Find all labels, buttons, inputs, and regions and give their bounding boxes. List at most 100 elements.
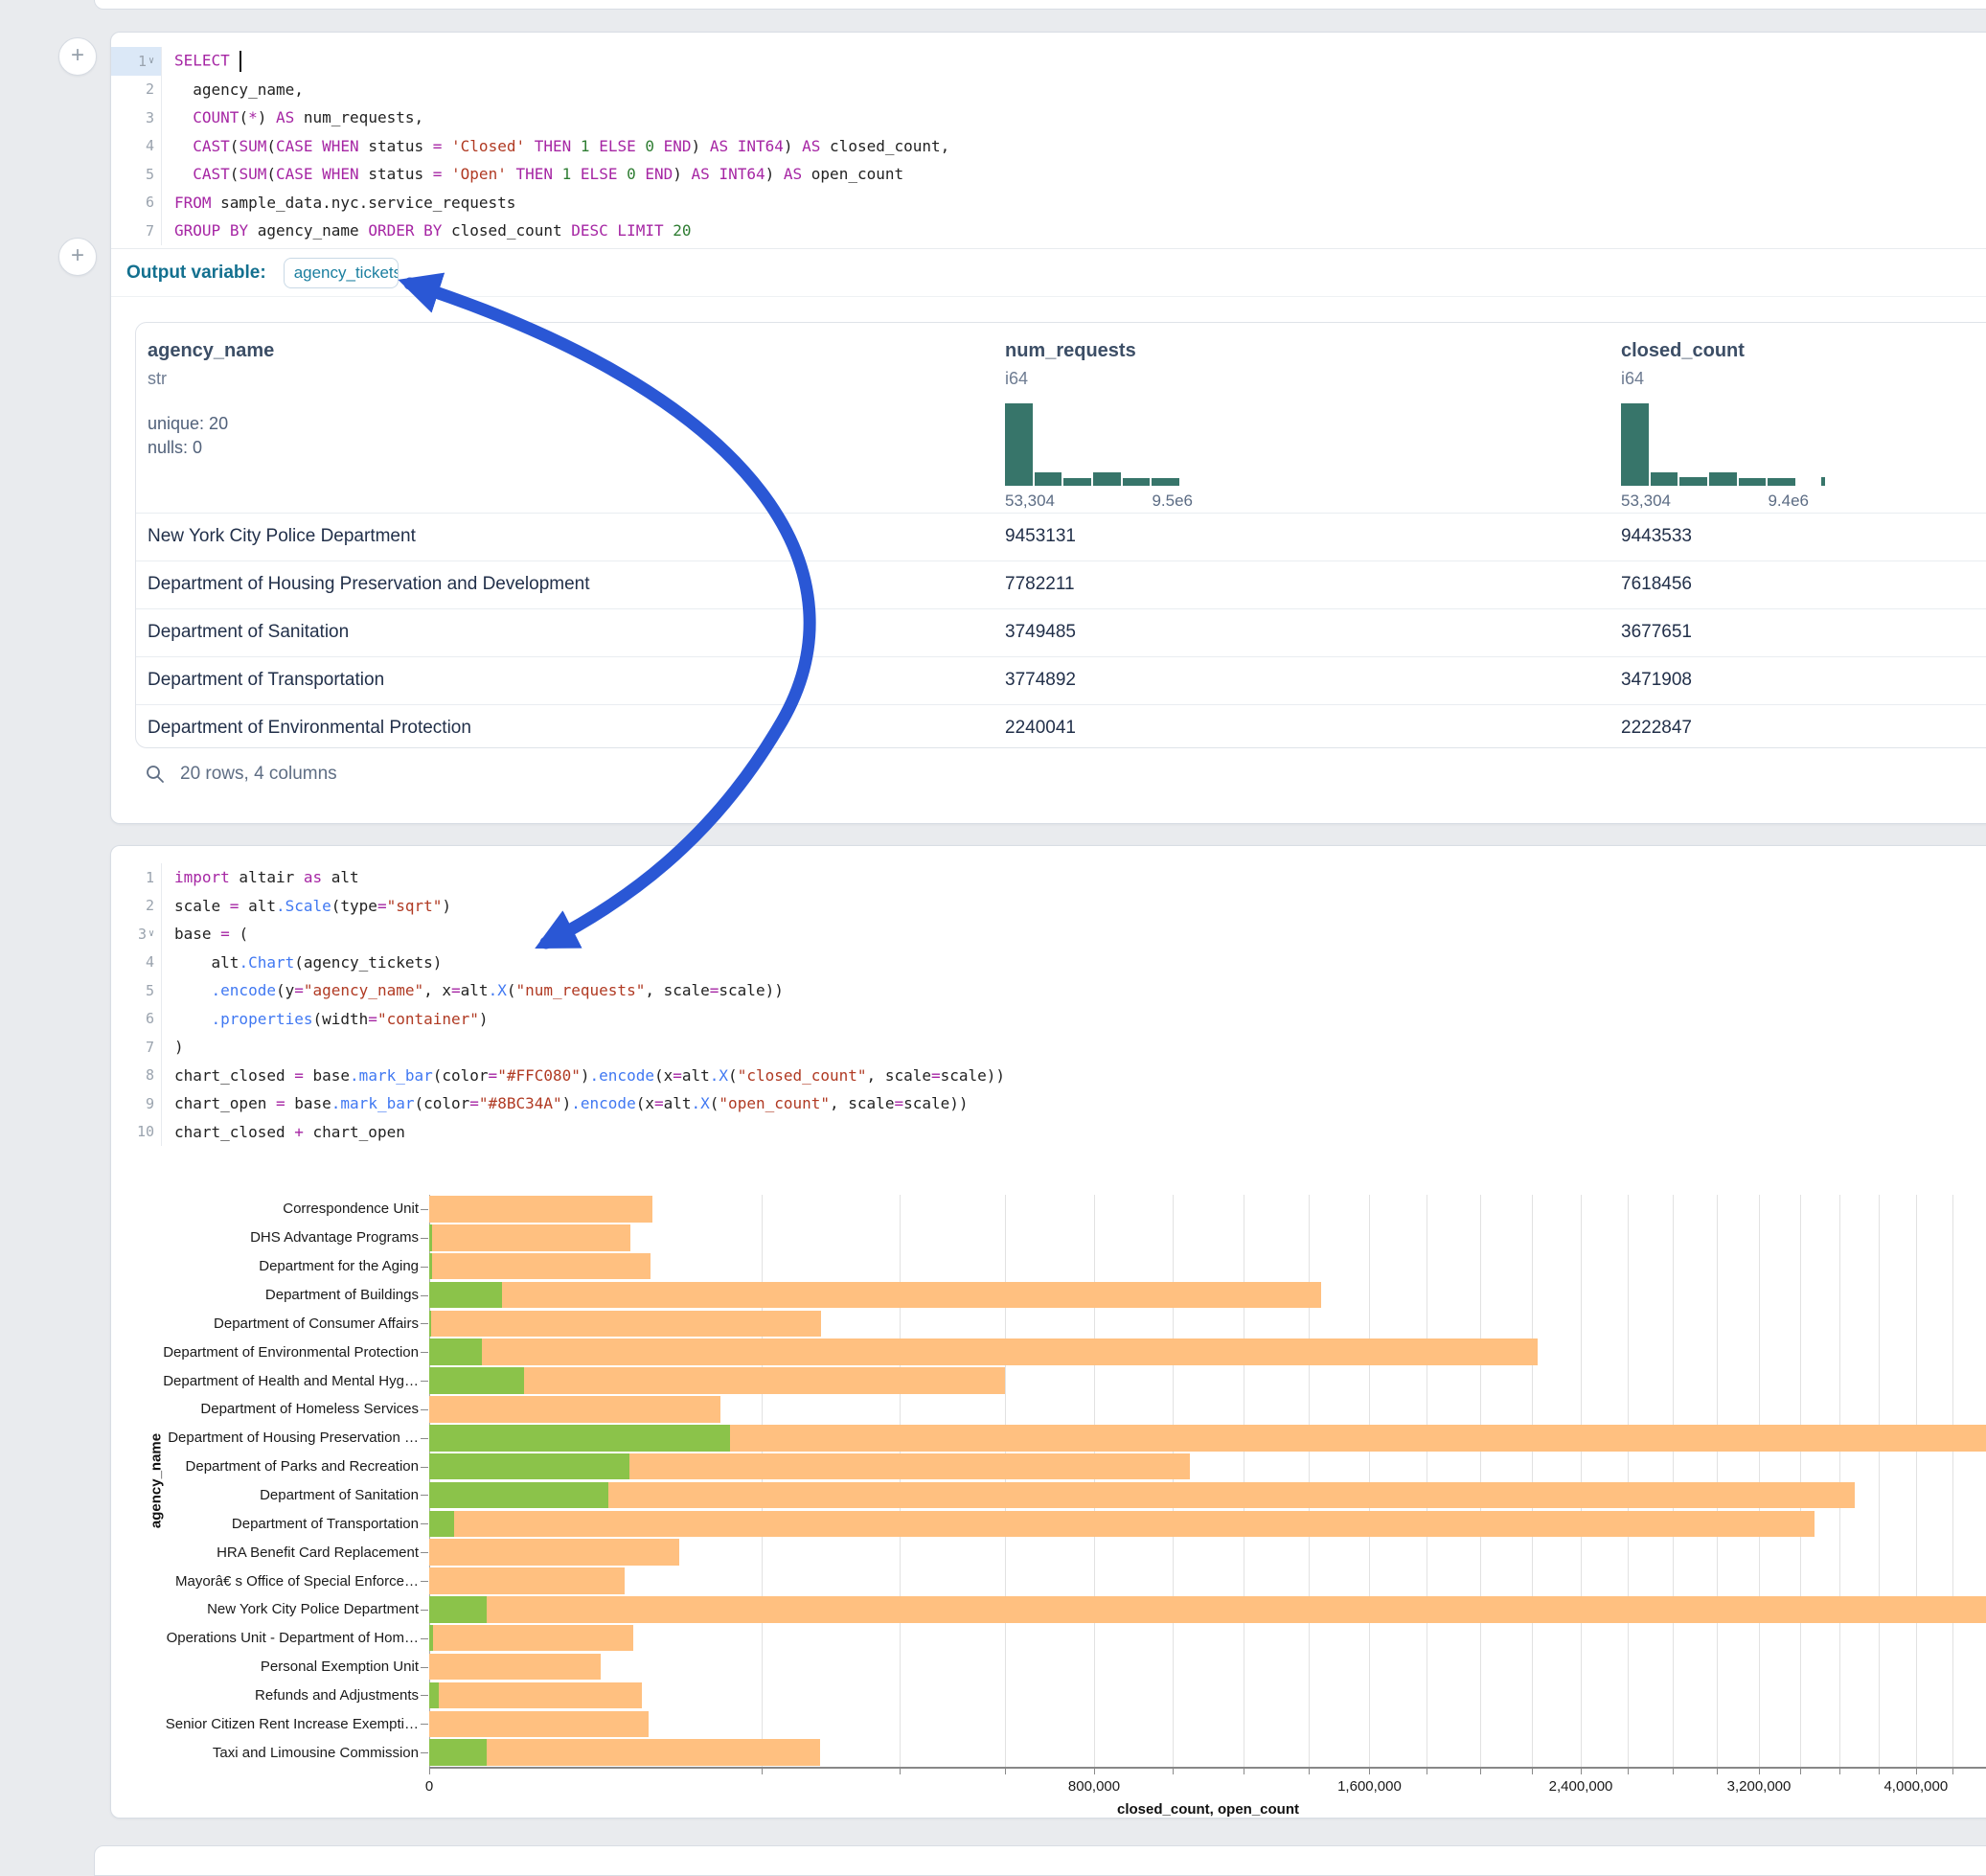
code-text: GROUP BY agency_name ORDER BY closed_cou… <box>162 221 692 240</box>
bar-closed-count[interactable] <box>429 1282 1321 1309</box>
table-row[interactable]: Department of Housing Preservation and D… <box>136 561 1986 608</box>
y-axis-tick <box>421 1552 428 1553</box>
add-cell-button[interactable]: + <box>58 37 97 76</box>
bar-open-count[interactable] <box>429 1425 730 1452</box>
y-axis-tick <box>421 1752 428 1753</box>
x-axis-tick <box>429 1769 430 1774</box>
bar-open-count[interactable] <box>429 1282 502 1309</box>
x-axis-tick <box>1879 1769 1880 1774</box>
column-type: i64 <box>1621 369 1745 389</box>
column-type: i64 <box>1005 369 1136 389</box>
x-axis-tick <box>1369 1769 1370 1774</box>
histogram-max-label: 9.5e6 <box>1152 492 1193 511</box>
bar-closed-count[interactable] <box>429 1396 720 1423</box>
x-axis-tick <box>1480 1769 1481 1774</box>
collapse-chevron-icon[interactable]: ∨ <box>148 56 154 66</box>
gridline <box>1952 1195 1953 1767</box>
gridline <box>1309 1195 1310 1767</box>
histogram-bar <box>1739 478 1767 486</box>
code-line[interactable]: 7GROUP BY agency_name ORDER BY closed_co… <box>111 217 1986 245</box>
bar-closed-count[interactable] <box>429 1539 679 1566</box>
bar-open-count[interactable] <box>429 1453 629 1480</box>
gridline <box>1800 1195 1801 1767</box>
bar-open-count[interactable] <box>429 1596 487 1623</box>
notebook-page: { "colors": { "arrow": "#2a57d5", "histo… <box>0 0 1986 1863</box>
table-row[interactable]: Department of Environmental Protection 22… <box>136 704 1986 752</box>
bar-closed-count[interactable] <box>429 1482 1855 1509</box>
bar-open-count[interactable] <box>429 1511 454 1538</box>
sql-code-editor[interactable]: 1∨SELECT 2 agency_name,3 COUNT(*) AS num… <box>111 47 1986 245</box>
code-line[interactable]: 6FROM sample_data.nyc.service_requests <box>111 189 1986 217</box>
agency-name-cell: Department of Housing Preservation and D… <box>148 561 590 607</box>
table-row[interactable]: Department of Transportation377489234719… <box>136 656 1986 704</box>
bar-open-count[interactable] <box>429 1338 482 1365</box>
bar-closed-count[interactable] <box>429 1338 1538 1365</box>
histogram-bar <box>1035 472 1062 486</box>
line-number: 7 <box>111 217 162 245</box>
column-header[interactable]: agency_namestrunique: 20nulls: 0 <box>148 340 274 458</box>
column-header[interactable]: num_requestsi64 <box>1005 340 1136 389</box>
table-row[interactable]: New York City Police Department945313194… <box>136 513 1986 561</box>
code-line[interactable]: 4 CAST(SUM(CASE WHEN status = 'Closed' T… <box>111 132 1986 161</box>
text-cursor <box>240 51 241 72</box>
bar-closed-count[interactable] <box>429 1654 601 1681</box>
add-cell-button[interactable]: + <box>58 238 97 276</box>
bar-open-count[interactable] <box>429 1253 432 1280</box>
histogram-max-label: 9.4e6 <box>1768 492 1809 511</box>
bar-closed-count[interactable] <box>429 1682 642 1709</box>
output-variable-pill[interactable]: agency_tickets <box>284 258 399 288</box>
output-variable-strip: Output variable: agency_tickets <box>111 248 1986 297</box>
previous-cell-fragment <box>94 0 1986 10</box>
bar-closed-count[interactable] <box>429 1253 651 1280</box>
bar-closed-count[interactable] <box>429 1224 630 1251</box>
agency-name-cell: Department of Environmental Protection <box>148 705 471 751</box>
table-row[interactable]: Department of Sanitation37494853677651 <box>136 608 1986 656</box>
gridline <box>1717 1195 1718 1767</box>
y-axis-tick <box>421 1581 428 1582</box>
bar-closed-count[interactable] <box>429 1511 1815 1538</box>
bar-closed-count[interactable] <box>429 1567 625 1594</box>
y-axis-label: Department of Environmental Protection <box>111 1344 419 1361</box>
x-axis-tick <box>762 1769 763 1774</box>
column-histogram[interactable] <box>1005 403 1179 486</box>
y-axis-tick <box>421 1267 428 1268</box>
bar-closed-count[interactable] <box>429 1596 1986 1623</box>
bar-open-count[interactable] <box>429 1224 432 1251</box>
y-axis-label: Senior Citizen Rent Increase Exempti… <box>111 1716 419 1732</box>
x-axis-tick <box>1094 1769 1095 1774</box>
bar-open-count[interactable] <box>429 1482 608 1509</box>
value-cell: 9453131 <box>1005 514 1076 560</box>
line-number-text: 2 <box>146 80 154 98</box>
x-axis-tick <box>1800 1769 1801 1774</box>
search-icon[interactable] <box>145 764 166 785</box>
code-line[interactable]: 3 COUNT(*) AS num_requests, <box>111 103 1986 132</box>
bar-closed-count[interactable] <box>429 1311 821 1338</box>
output-variable-label: Output variable: <box>126 263 266 284</box>
gridline <box>1673 1195 1674 1767</box>
x-axis-tick <box>1628 1769 1629 1774</box>
agency-name-cell: New York City Police Department <box>148 514 416 560</box>
bar-open-count[interactable] <box>429 1367 524 1394</box>
code-line[interactable]: 2 agency_name, <box>111 76 1986 104</box>
column-histogram[interactable] <box>1621 403 1795 486</box>
y-axis-tick <box>421 1610 428 1611</box>
code-line[interactable]: 1∨SELECT <box>111 47 1986 76</box>
x-axis-tick <box>900 1769 901 1774</box>
line-number-text: 1 <box>138 53 147 70</box>
code-line[interactable]: 5 CAST(SUM(CASE WHEN status = 'Open' THE… <box>111 160 1986 189</box>
column-header[interactable]: closed_counti64 <box>1621 340 1745 389</box>
y-axis-tick <box>421 1295 428 1296</box>
bar-closed-count[interactable] <box>429 1711 649 1738</box>
bar-closed-count[interactable] <box>429 1196 652 1223</box>
bar-open-count[interactable] <box>429 1682 439 1709</box>
value-cell: 2222847 <box>1621 705 1692 751</box>
bar-closed-count[interactable] <box>429 1739 820 1766</box>
agency-name-cell: Department of Sanitation <box>148 609 349 655</box>
bar-open-count[interactable] <box>429 1739 487 1766</box>
bar-open-count[interactable] <box>429 1311 431 1338</box>
result-table-footer[interactable]: 20 rows, 4 columns <box>145 764 337 785</box>
y-axis-tick <box>421 1238 428 1239</box>
bar-closed-count[interactable] <box>429 1625 633 1652</box>
y-axis-tick <box>421 1209 428 1210</box>
bar-open-count[interactable] <box>429 1625 433 1652</box>
